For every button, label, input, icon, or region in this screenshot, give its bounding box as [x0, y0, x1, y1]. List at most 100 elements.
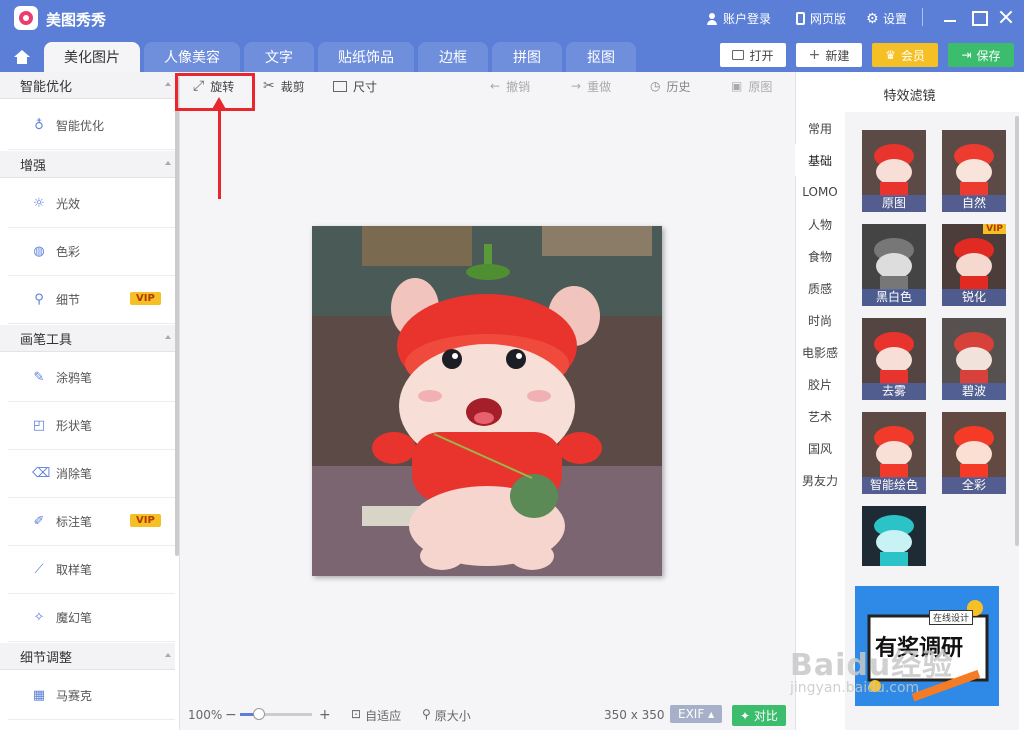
filter-label: 智能绘色: [862, 477, 926, 494]
crop-button[interactable]: ✂ 裁剪: [263, 76, 305, 96]
filter-thumb-original[interactable]: 原图: [862, 130, 926, 212]
collapse-caret-icon: [165, 335, 171, 339]
open-button[interactable]: 打开: [720, 43, 786, 67]
sidebar-item-label: 智能优化: [56, 119, 105, 133]
save-button[interactable]: ⇥ 保存: [948, 43, 1014, 67]
magnifier-icon: ⚲: [34, 291, 44, 307]
collapse-caret-icon: [165, 82, 171, 86]
sidebar-item-smart-optimize[interactable]: ♁ 智能优化: [8, 102, 175, 150]
original-button[interactable]: ▣ 原图: [731, 76, 772, 96]
filter-thumb-sharpen[interactable]: VIP 锐化: [942, 224, 1006, 306]
tab-frames[interactable]: 边框: [418, 42, 488, 72]
compare-button[interactable]: ✦ 对比: [732, 705, 786, 726]
filter-thumb-smart-color[interactable]: 智能绘色: [862, 412, 926, 494]
sidebar-item-eraser[interactable]: ⌫ 消除笔: [8, 450, 175, 498]
zoom-out-icon[interactable]: −: [225, 707, 237, 723]
filter-category[interactable]: 国风: [795, 432, 845, 464]
vip-label: 会员: [900, 48, 925, 63]
actual-size-button[interactable]: ⚲ 原大小: [422, 707, 471, 724]
bulb-icon: ♁: [34, 117, 44, 133]
save-label: 保存: [976, 48, 1001, 63]
sidebar-item-annotate[interactable]: ✐ 标注笔 VIP: [8, 498, 175, 546]
size-label: 尺寸: [353, 79, 378, 94]
undo-button[interactable]: ← 撤销: [490, 76, 530, 96]
minimize-icon[interactable]: [942, 9, 958, 25]
filter-category[interactable]: 质感: [795, 272, 845, 304]
filter-thumb-natural[interactable]: 自然: [942, 130, 1006, 212]
filter-thumb-full-color[interactable]: 全彩: [942, 412, 1006, 494]
filter-thumb-dehaze[interactable]: 去雾: [862, 318, 926, 400]
fit-button[interactable]: ⊡ 自适应: [351, 707, 401, 724]
filter-thumb-azure[interactable]: 碧波: [942, 318, 1006, 400]
shape-icon: ◰: [32, 417, 46, 433]
sidebar-item-shape-pen[interactable]: ◰ 形状笔: [8, 402, 175, 450]
settings-link[interactable]: ⚙ 设置: [866, 10, 907, 27]
sidebar-item-detail[interactable]: ⚲ 细节 VIP: [8, 276, 175, 324]
filter-category[interactable]: 艺术: [795, 400, 845, 432]
vip-tag: VIP: [983, 224, 1006, 234]
web-version-link[interactable]: 网页版: [796, 10, 846, 27]
original-label: 原图: [748, 79, 773, 94]
settings-label: 设置: [883, 12, 908, 26]
actual-size-label: 原大小: [434, 708, 471, 723]
filter-label: 自然: [942, 195, 1006, 212]
filter-category[interactable]: 电影感: [795, 336, 845, 368]
tab-text[interactable]: 文字: [244, 42, 314, 72]
canvas-photo[interactable]: [312, 226, 662, 576]
tab-stickers[interactable]: 贴纸饰品: [318, 42, 414, 72]
account-login-link[interactable]: 账户登录: [706, 10, 771, 27]
exif-label: EXIF: [678, 707, 705, 721]
tab-cutout[interactable]: 抠图: [566, 42, 636, 72]
vip-button[interactable]: ♛ 会员: [872, 43, 938, 67]
exif-button[interactable]: EXIF ▴: [670, 705, 723, 723]
history-button[interactable]: ◷ 历史: [650, 76, 691, 96]
filter-category[interactable]: LOMO: [795, 176, 845, 208]
collapse-caret-icon: [165, 161, 171, 165]
zoom-in-icon[interactable]: +: [319, 707, 331, 723]
sidebar-item-label: 光效: [56, 197, 81, 211]
sidebar-item-color[interactable]: ◍ 色彩: [8, 228, 175, 276]
scissors-icon: ✂: [263, 78, 275, 94]
filter-category[interactable]: 食物: [795, 240, 845, 272]
close-icon[interactable]: [998, 9, 1014, 25]
user-icon: [706, 12, 718, 25]
palette-icon: ◍: [33, 243, 45, 259]
sidebar-item-mosaic[interactable]: ▦ 马赛克: [8, 672, 175, 720]
section-enhance[interactable]: 增强: [0, 151, 175, 178]
filter-category[interactable]: 人物: [795, 208, 845, 240]
redo-label: 重做: [587, 79, 612, 94]
size-button[interactable]: 尺寸: [333, 76, 377, 96]
filter-category-active[interactable]: 基础: [795, 144, 845, 176]
filter-scrollbar[interactable]: [1015, 116, 1019, 546]
filter-category[interactable]: 胶片: [795, 368, 845, 400]
home-button[interactable]: [4, 42, 40, 72]
vip-badge: VIP: [130, 514, 161, 527]
sidebar-item-graffiti[interactable]: ✎ 涂鸦笔: [8, 354, 175, 402]
filter-thumb-cyan[interactable]: [862, 506, 926, 566]
sidebar-item-magic-pen[interactable]: ✧ 魔幻笔: [8, 594, 175, 642]
resize-icon: [333, 80, 347, 92]
redo-button[interactable]: → 重做: [571, 76, 611, 96]
section-detail-adjust[interactable]: 细节调整: [0, 643, 175, 670]
sidebar-item-sampler[interactable]: ⟋ 取样笔: [8, 546, 175, 594]
filter-category[interactable]: 时尚: [795, 304, 845, 336]
new-button[interactable]: + 新建: [796, 43, 862, 67]
sidebar-item-label: 细节: [56, 293, 81, 307]
sidebar-item-light[interactable]: ☼ 光效: [8, 180, 175, 228]
tab-collage[interactable]: 拼图: [492, 42, 562, 72]
section-brush-tools[interactable]: 画笔工具: [0, 325, 175, 352]
tab-portrait[interactable]: 人像美容: [144, 42, 240, 72]
section-title: 细节调整: [20, 650, 73, 666]
filter-category[interactable]: 男友力: [795, 464, 845, 496]
sidebar-scrollbar[interactable]: [175, 76, 179, 556]
filter-category[interactable]: 常用: [795, 112, 845, 144]
section-smart-optimize[interactable]: 智能优化: [0, 72, 175, 99]
image-dimensions: 350 x 350: [604, 708, 665, 722]
clock-icon: ◷: [650, 79, 661, 93]
zoom-slider-handle[interactable]: [253, 708, 265, 720]
compare-label: 对比: [753, 709, 778, 723]
maximize-icon[interactable]: [970, 9, 988, 26]
filter-thumb-bw[interactable]: 黑白色: [862, 224, 926, 306]
tab-beautify[interactable]: 美化图片: [44, 42, 140, 72]
sidebar-item-label: 马赛克: [56, 689, 93, 703]
